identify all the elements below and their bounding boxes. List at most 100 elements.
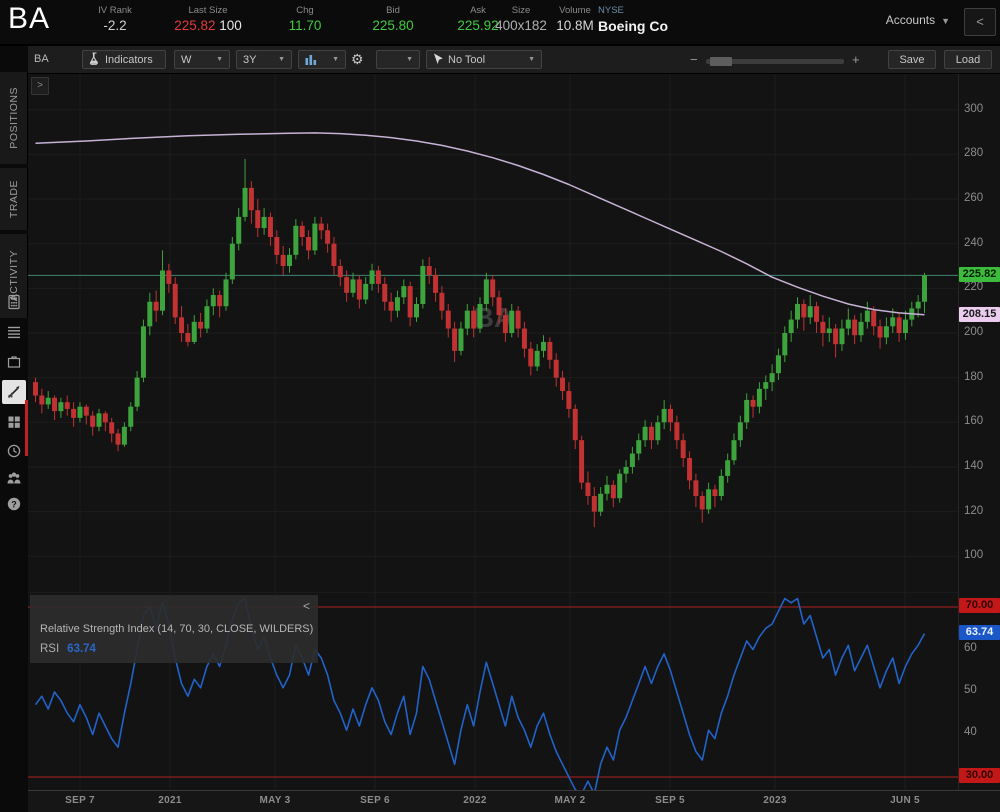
indicators-label: Indicators (105, 54, 153, 66)
price-tick-label: 180 (964, 371, 983, 383)
zoom-in-button[interactable]: + (852, 53, 860, 66)
left-sidebar: POSITIONSTRADEACTIVITY ? (0, 46, 28, 812)
price-tick-label: 240 (964, 237, 983, 249)
bar-chart-icon (305, 53, 317, 71)
quote-field-chg: Chg11.70 (263, 5, 347, 35)
sidebar-tab-positions[interactable]: POSITIONS (0, 72, 28, 164)
price-tick-label: 300 (964, 103, 983, 115)
field-value: 10.8M (545, 17, 605, 35)
time-axis-label: 2021 (158, 795, 181, 806)
quote-field-bid: Bid225.80 (351, 5, 435, 35)
exchange-label: NYSE (598, 5, 668, 17)
price-tick-label: 140 (964, 460, 983, 472)
chevron-down-icon: ▼ (406, 51, 413, 69)
company-name: Boeing Co (598, 17, 668, 35)
ma-value-badge: 208.15 (959, 307, 1000, 322)
quote-field-iv-rank: IV Rank-2.2 (76, 5, 154, 35)
indicators-button[interactable]: Indicators (82, 50, 166, 69)
accounts-label: Accounts (886, 13, 935, 27)
field-label: Last Size (158, 5, 258, 17)
rsi-tick-label: 60 (964, 642, 977, 654)
field-label: Chg (263, 5, 347, 17)
toolbar-symbol-label: BA (34, 53, 49, 65)
drawing-tool-value: No Tool (448, 54, 485, 66)
save-button[interactable]: Save (888, 50, 936, 69)
folder-icon[interactable] (2, 350, 26, 374)
price-tick-label: 160 (964, 415, 983, 427)
chart-toolbar: BA Indicators W▼ 3Y▼ ▼ ⚙ ▼ No Tool▼ − + … (28, 46, 1000, 74)
chevron-down-icon: ▼ (528, 51, 535, 69)
rsi-value-row: RSI 63.74 (40, 643, 96, 655)
field-value: -2.2 (76, 17, 154, 35)
chart-type-dropdown[interactable]: ▼ (298, 50, 346, 69)
field-label: Volume (545, 5, 605, 17)
help-icon[interactable]: ? (2, 492, 26, 516)
rsi-last-value: 63.74 (67, 643, 96, 655)
rsi-last-badge: 63.74 (959, 625, 1000, 640)
chevron-down-icon: ▼ (216, 51, 223, 69)
zoom-slider-handle[interactable] (710, 57, 732, 66)
price-tick-label: 220 (964, 281, 983, 293)
calculator-icon[interactable] (2, 290, 26, 314)
field-label: Bid (351, 5, 435, 17)
time-axis-label: MAY 2 (555, 795, 586, 806)
field-label: Size (491, 5, 551, 17)
time-axis-label: 2022 (463, 795, 486, 806)
exchange-block: NYSE Boeing Co (598, 5, 668, 35)
sidebar-tab-label: TRADE (8, 180, 20, 218)
symbol-title: BA (8, 2, 50, 36)
time-axis-label: JUN 5 (890, 795, 920, 806)
last-price-badge: 225.82 (959, 267, 1000, 282)
settings-gear-icon[interactable]: ⚙ (351, 51, 364, 68)
range-value: 3Y (243, 54, 256, 66)
time-axis-label: MAY 3 (260, 795, 291, 806)
time-axis-label: SEP 7 (65, 795, 95, 806)
time-axis-label: SEP 6 (360, 795, 390, 806)
community-icon[interactable] (2, 466, 26, 490)
field-value: 400x182 (491, 17, 551, 35)
candlestick-chart-canvas[interactable] (28, 74, 958, 592)
time-axis[interactable]: SEP 72021MAY 3SEP 62022MAY 2SEP 52023JUN… (28, 790, 1000, 812)
panel-collapse-button[interactable]: < (964, 8, 996, 36)
sidebar-tab-trade[interactable]: TRADE (0, 168, 28, 230)
accounts-dropdown[interactable]: Accounts ▼ (886, 13, 950, 27)
quote-field-volume: Volume10.8M (545, 5, 605, 35)
range-dropdown[interactable]: 3Y ▼ (236, 50, 292, 69)
field-value: 11.70 (263, 17, 347, 35)
rsi-oversold-badge: 30.00 (959, 768, 1000, 783)
rsi-label: RSI (40, 643, 59, 655)
zoom-slider[interactable] (706, 59, 844, 64)
chevron-down-icon: ▼ (332, 51, 339, 69)
rsi-study-title: Relative Strength Index (14, 70, 30, CLO… (40, 623, 313, 635)
style-dropdown[interactable]: ▼ (376, 50, 420, 69)
price-tick-label: 280 (964, 147, 983, 159)
time-axis-label: SEP 5 (655, 795, 685, 806)
price-tick-label: 200 (964, 326, 983, 338)
trading-app: BA IV Rank-2.2Last Size225.82 100Chg11.7… (0, 0, 1000, 812)
drawing-tool-dropdown[interactable]: No Tool ▼ (426, 50, 542, 69)
rsi-tick-label: 40 (964, 726, 977, 738)
price-tick-label: 260 (964, 192, 983, 204)
field-value: 225.80 (351, 17, 435, 35)
quote-field-last-size: Last Size225.82 100 (158, 5, 258, 35)
legend-collapse-icon[interactable]: < (303, 599, 310, 613)
price-tick-label: 120 (964, 505, 983, 517)
load-button[interactable]: Load (944, 50, 992, 69)
chevron-down-icon: ▼ (941, 16, 950, 26)
zoom-out-button[interactable]: − (690, 53, 698, 66)
flask-icon (89, 52, 100, 71)
quote-header: BA IV Rank-2.2Last Size225.82 100Chg11.7… (0, 0, 1000, 44)
pane-expand-button[interactable]: > (31, 77, 49, 95)
chart-area: BA > < Relative Strength Index (14, 70, … (28, 74, 958, 790)
price-axis[interactable]: 3002802602402202001801601401201006050402… (958, 74, 1000, 790)
chevron-down-icon: ▼ (278, 51, 285, 69)
quote-field-size: Size400x182 (491, 5, 551, 35)
price-tick-label: 100 (964, 549, 983, 561)
watchlist-icon[interactable] (2, 320, 26, 344)
history-icon[interactable] (2, 439, 26, 463)
chart-icon[interactable] (2, 380, 26, 404)
svg-text:?: ? (11, 499, 17, 509)
grid-icon[interactable] (2, 410, 26, 434)
cursor-icon (433, 53, 443, 71)
timeframe-dropdown[interactable]: W▼ (174, 50, 230, 69)
